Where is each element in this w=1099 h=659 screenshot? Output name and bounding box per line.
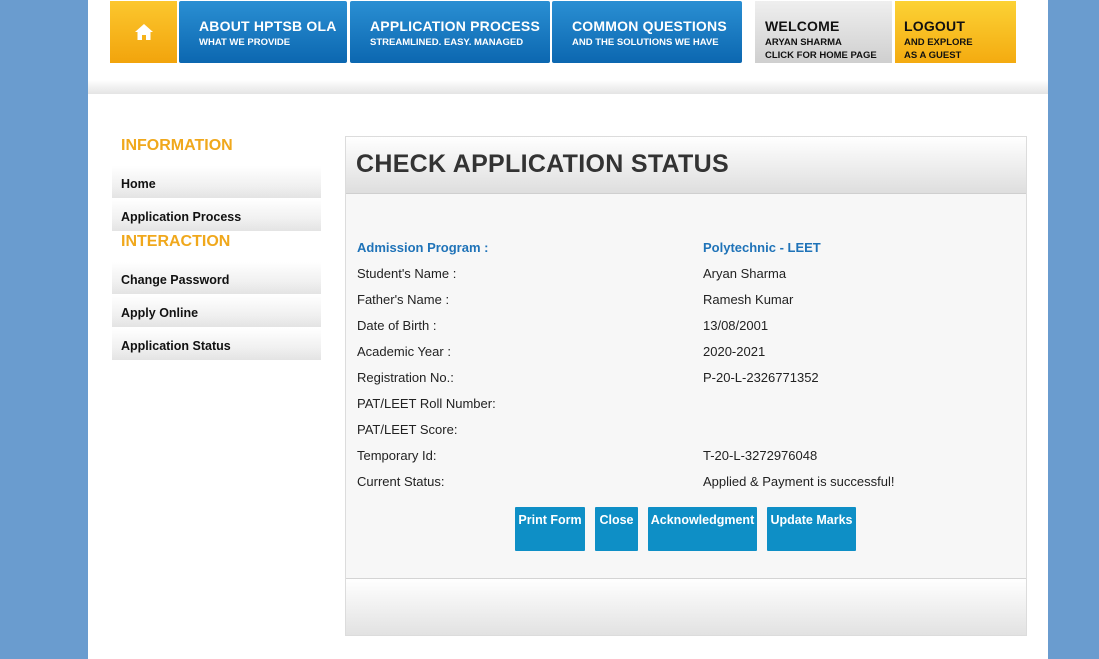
field-row-academic-year: Academic Year : 2020-2021 — [357, 344, 1017, 364]
field-value: Aryan Sharma — [703, 266, 787, 281]
status-panel: CHECK APPLICATION STATUS Admission Progr… — [345, 136, 1027, 636]
sidebar-item-change-password[interactable]: Change Password — [112, 262, 321, 294]
header-divider — [88, 80, 1048, 94]
nav-process-subtitle: STREAMLINED. EASY. MANAGED — [370, 37, 524, 48]
page-title: CHECK APPLICATION STATUS — [356, 150, 729, 178]
nav-welcome[interactable]: WELCOME ARYAN SHARMA CLICK FOR HOME PAGE — [755, 1, 892, 63]
field-row-student-name: Student's Name : Aryan Sharma — [357, 266, 1017, 286]
nav-questions-subtitle: AND THE SOLUTIONS WE HAVE — [572, 37, 719, 48]
field-value: 13/08/2001 — [703, 318, 769, 333]
field-value: 2020-2021 — [703, 344, 766, 359]
print-form-button[interactable]: Print Form — [515, 507, 585, 551]
update-marks-button[interactable]: Update Marks — [767, 507, 856, 551]
nav-about-title: ABOUT HPTSB OLA — [199, 18, 337, 34]
home-icon — [134, 24, 153, 40]
field-label: Academic Year : — [357, 344, 451, 359]
nav-about[interactable]: ABOUT HPTSB OLA WHAT WE PROVIDE — [179, 1, 347, 63]
nav-about-subtitle: WHAT WE PROVIDE — [199, 37, 291, 48]
field-label: Temporary Id: — [357, 448, 437, 463]
field-row-admission-program: Admission Program : Polytechnic - LEET — [357, 240, 1017, 260]
field-value: Ramesh Kumar — [703, 292, 794, 307]
acknowledgment-button[interactable]: Acknowledgment — [648, 507, 757, 551]
field-row-temporary-id: Temporary Id: T-20-L-3272976048 — [357, 448, 1017, 468]
sidebar-item-apply-online[interactable]: Apply Online — [112, 295, 321, 327]
close-button[interactable]: Close — [595, 507, 638, 551]
field-label: Registration No.: — [357, 370, 454, 385]
field-label: PAT/LEET Score: — [357, 422, 458, 437]
nav-common-questions[interactable]: COMMON QUESTIONS AND THE SOLUTIONS WE HA… — [552, 1, 742, 63]
field-label: Date of Birth : — [357, 318, 437, 333]
field-label: Current Status: — [357, 474, 445, 489]
field-row-date-of-birth: Date of Birth : 13/08/2001 — [357, 318, 1017, 338]
nav-process-title: APPLICATION PROCESS — [370, 18, 541, 34]
nav-welcome-hint: CLICK FOR HOME PAGE — [765, 50, 877, 61]
sidebar-item-home[interactable]: Home — [112, 166, 321, 198]
nav-logout[interactable]: LOGOUT AND EXPLORE AS A GUEST — [895, 1, 1016, 63]
information-heading: INFORMATION — [121, 137, 233, 154]
field-value: Polytechnic - LEET — [703, 240, 821, 255]
field-value: T-20-L-3272976048 — [703, 448, 818, 463]
home-button[interactable] — [110, 1, 177, 63]
sidebar-item-application-process[interactable]: Application Process — [112, 199, 321, 231]
top-navigation: ABOUT HPTSB OLA WHAT WE PROVIDE APPLICAT… — [110, 1, 1016, 63]
nav-welcome-user: ARYAN SHARMA — [765, 37, 842, 48]
nav-logout-line2: AS A GUEST — [904, 50, 962, 61]
field-label: Admission Program : — [357, 240, 489, 255]
field-row-score: PAT/LEET Score: — [357, 422, 1017, 442]
interaction-heading: INTERACTION — [121, 233, 231, 250]
nav-welcome-title: WELCOME — [765, 18, 840, 34]
field-value: P-20-L-2326771352 — [703, 370, 819, 385]
panel-header: CHECK APPLICATION STATUS — [346, 137, 1026, 194]
panel-footer — [346, 578, 1026, 635]
field-value: Applied & Payment is successful! — [703, 474, 895, 489]
field-label: Father's Name : — [357, 292, 450, 307]
field-label: PAT/LEET Roll Number: — [357, 396, 496, 411]
nav-logout-title: LOGOUT — [904, 18, 966, 34]
nav-logout-line1: AND EXPLORE — [904, 37, 973, 48]
field-row-current-status: Current Status: Applied & Payment is suc… — [357, 474, 1017, 494]
nav-application-process[interactable]: APPLICATION PROCESS STREAMLINED. EASY. M… — [350, 1, 550, 63]
field-label: Student's Name : — [357, 266, 457, 281]
field-row-roll-number: PAT/LEET Roll Number: — [357, 396, 1017, 416]
field-row-registration-no: Registration No.: P-20-L-2326771352 — [357, 370, 1017, 390]
nav-questions-title: COMMON QUESTIONS — [572, 18, 727, 34]
field-row-father-name: Father's Name : Ramesh Kumar — [357, 292, 1017, 312]
sidebar-item-application-status[interactable]: Application Status — [112, 328, 321, 360]
